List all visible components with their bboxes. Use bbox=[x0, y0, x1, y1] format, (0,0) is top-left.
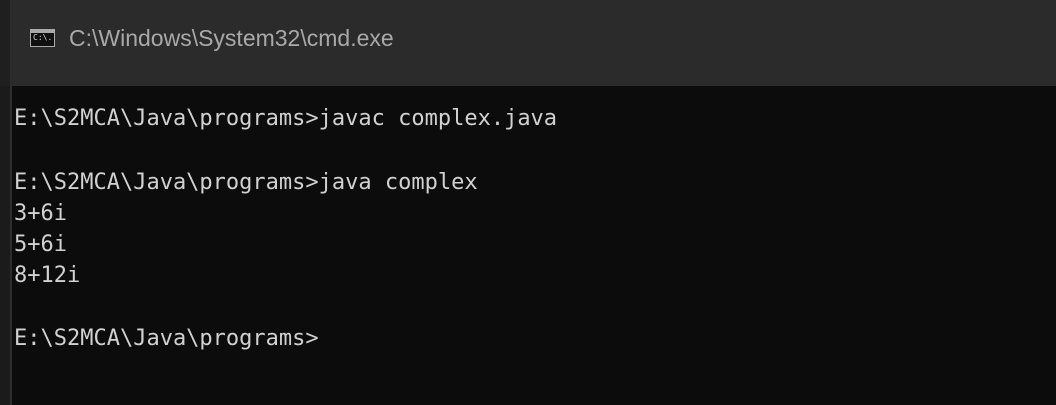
terminal-line-command-java: E:\S2MCA\Java\programs>java complex bbox=[14, 170, 478, 195]
title-bar[interactable]: C:\. C:\Windows\System32\cmd.exe bbox=[0, 0, 1056, 86]
cmd-icon[interactable]: C:\. bbox=[30, 29, 55, 47]
cmd-icon-label: C:\. bbox=[33, 33, 53, 42]
console-left-border bbox=[10, 86, 12, 405]
console-left-edge bbox=[0, 86, 10, 405]
terminal-line-command-javac: E:\S2MCA\Java\programs>javac complex.jav… bbox=[14, 106, 558, 131]
terminal-output[interactable]: E:\S2MCA\Java\programs>javac complex.jav… bbox=[0, 86, 1056, 405]
window-right-edge bbox=[1052, 86, 1056, 405]
terminal-prompt[interactable]: E:\S2MCA\Java\programs> bbox=[14, 326, 319, 351]
cmd-window: C:\. C:\Windows\System32\cmd.exe E:\S2MC… bbox=[0, 0, 1056, 405]
window-title: C:\Windows\System32\cmd.exe bbox=[69, 25, 394, 51]
terminal-line-output-2: 5+6i bbox=[14, 232, 67, 257]
terminal-line-output-3: 8+12i bbox=[14, 263, 81, 288]
title-bar-left-border bbox=[0, 0, 10, 86]
terminal-line-output-1: 3+6i bbox=[14, 201, 67, 226]
